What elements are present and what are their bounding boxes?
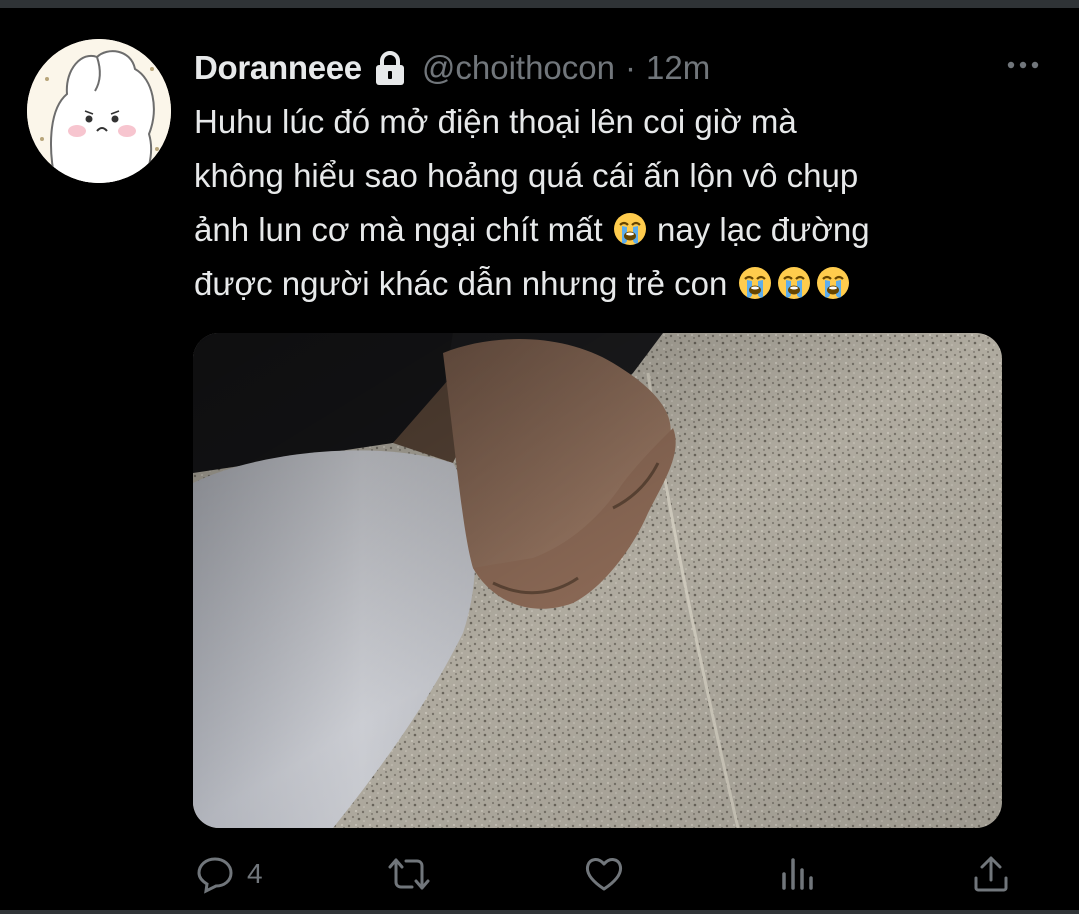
tweet-photo[interactable] <box>193 333 1002 828</box>
retweet-button[interactable] <box>386 851 432 897</box>
lock-icon <box>372 50 408 86</box>
views-button[interactable] <box>778 851 818 897</box>
crying-emoji-group <box>737 263 851 299</box>
tweet-text: Huhu lúc đó mở điện thoại lên coi giờ mà… <box>194 95 1034 311</box>
like-button[interactable] <box>583 851 625 897</box>
separator-dot: · <box>624 49 636 86</box>
tweet-actions: 4 <box>193 851 1023 897</box>
tweet-text-line2: không hiểu sao hoảng quá cái ấn lộn vô c… <box>194 157 859 194</box>
username-handle[interactable]: @choithocon <box>422 49 615 87</box>
loudly-crying-face-icon <box>815 263 851 299</box>
loudly-crying-face-icon <box>737 263 773 299</box>
reply-count: 4 <box>247 858 263 889</box>
loudly-crying-face-icon <box>776 263 812 299</box>
more-options-icon[interactable] <box>1005 52 1041 78</box>
tweet-text-line3b: nay lạc đường <box>647 211 870 248</box>
tweet-header: Doranneee @choithocon · 12m <box>194 46 710 90</box>
share-button[interactable] <box>971 851 1011 897</box>
tweet-text-line1: Huhu lúc đó mở điện thoại lên coi giờ mà <box>194 103 797 140</box>
timestamp[interactable]: 12m <box>646 49 710 87</box>
avatar[interactable] <box>27 39 171 183</box>
tweet-card[interactable]: Doranneee @choithocon · 12m Huhu lúc đó … <box>0 0 1079 914</box>
tweet-text-line3a: ảnh lun cơ mà ngại chít mất <box>194 211 612 248</box>
retweet-icon <box>386 854 432 894</box>
avatar-bunny-illustration <box>27 39 171 183</box>
display-name[interactable]: Doranneee <box>194 49 362 87</box>
analytics-icon <box>778 854 818 894</box>
reply-icon <box>195 854 235 894</box>
reply-button[interactable]: 4 <box>195 851 263 897</box>
crying-emoji <box>612 209 648 245</box>
tweet-text-line4: được người khác dẫn nhưng trẻ con <box>194 265 737 302</box>
holding-hands-photo <box>193 333 1002 828</box>
loudly-crying-face-icon <box>612 209 648 245</box>
share-icon <box>971 854 1011 894</box>
heart-icon <box>583 854 625 894</box>
